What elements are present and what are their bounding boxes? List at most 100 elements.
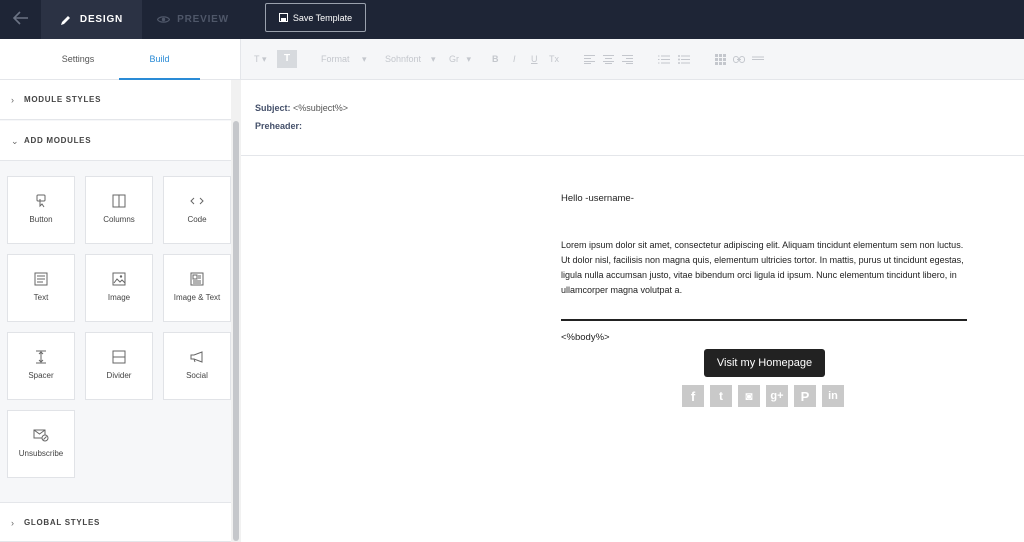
instagram-glyph: ◙	[745, 389, 753, 403]
subject-value: <%subject%>	[293, 103, 349, 113]
code-icon	[190, 197, 204, 205]
pinterest-icon[interactable]: P	[794, 385, 816, 407]
module-label: Image & Text	[173, 293, 221, 302]
save-icon	[278, 13, 288, 22]
module-social[interactable]: Social	[163, 332, 231, 400]
text-style-label: T	[254, 54, 260, 64]
module-label: Code	[187, 215, 207, 224]
button-icon	[36, 194, 46, 208]
module-label: Unsubscribe	[18, 449, 64, 458]
sidebar-scroll-area: › MODULE STYLES ⌄ ADD MODULES Button Col…	[0, 80, 231, 542]
unsubscribe-icon	[33, 429, 49, 442]
font-family-dropdown[interactable]: Sohnfont ▾	[385, 51, 436, 67]
section-global-styles[interactable]: › GLOBAL STYLES	[0, 502, 231, 542]
module-code[interactable]: Code	[163, 176, 231, 244]
preheader-label: Preheader:	[255, 121, 303, 131]
save-template-label: Save Template	[292, 12, 353, 23]
google-plus-icon[interactable]: g+	[766, 385, 788, 407]
subject-line[interactable]: Subject: <%subject%>	[255, 103, 348, 113]
save-template-button[interactable]: Save Template	[265, 3, 366, 32]
twitter-glyph: t	[719, 389, 723, 403]
image-icon	[112, 272, 126, 286]
email-headers: Subject: <%subject%> Preheader:	[241, 80, 1024, 156]
align-left-icon[interactable]	[584, 51, 595, 67]
module-text[interactable]: Text	[7, 254, 75, 322]
scroll-thumb[interactable]	[233, 121, 239, 541]
linkedin-glyph: in	[828, 390, 838, 402]
format-dropdown[interactable]: Format ▾	[321, 51, 367, 67]
module-label: Button	[29, 215, 53, 224]
module-label: Image	[107, 293, 131, 302]
align-right-icon[interactable]	[622, 51, 633, 67]
greeting-text[interactable]: Hello -username-	[561, 193, 634, 204]
tab-preview-label: PREVIEW	[177, 14, 229, 25]
ordered-list-icon[interactable]	[658, 51, 670, 67]
editor-toolbar: T ▾ T Format ▾ Sohnfont ▾ Gr ▾ B I U Tx	[241, 39, 1024, 80]
module-label: Columns	[103, 215, 135, 224]
section-add-modules-label: ADD MODULES	[24, 136, 92, 145]
module-unsubscribe[interactable]: Unsubscribe	[7, 410, 75, 478]
section-global-styles-label: GLOBAL STYLES	[24, 518, 101, 527]
chevron-right-icon: ›	[11, 518, 15, 528]
tab-build[interactable]: Build	[119, 39, 200, 80]
module-image-text[interactable]: Image & Text	[163, 254, 231, 322]
chevron-down-icon: ⌄	[11, 136, 20, 146]
instagram-icon[interactable]: ◙	[738, 385, 760, 407]
section-module-styles[interactable]: › MODULE STYLES	[0, 80, 231, 120]
text-style-dropdown[interactable]: T ▾	[254, 51, 267, 67]
linkedin-icon[interactable]: in	[822, 385, 844, 407]
tab-preview[interactable]: PREVIEW	[142, 0, 244, 39]
section-add-modules[interactable]: ⌄ ADD MODULES	[0, 121, 231, 161]
module-image[interactable]: Image	[85, 254, 153, 322]
eye-icon	[157, 16, 171, 23]
text-icon	[34, 272, 48, 286]
module-button[interactable]: Button	[7, 176, 75, 244]
module-label: Spacer	[28, 371, 54, 380]
module-label: Divider	[106, 371, 132, 380]
email-canvas: Hello -username- Lorem ipsum dolor sit a…	[241, 157, 1024, 542]
pencil-icon	[60, 15, 70, 25]
facebook-glyph: f	[690, 388, 696, 404]
font-size-label: Gr	[449, 54, 459, 64]
tab-settings[interactable]: Settings	[38, 39, 118, 80]
divider-icon	[112, 350, 126, 364]
megaphone-icon	[190, 351, 203, 363]
font-family-label: Sohnfont	[385, 54, 422, 64]
body-placeholder[interactable]: <%body%>	[561, 332, 610, 343]
bullet-list-icon[interactable]	[678, 51, 690, 67]
module-divider[interactable]: Divider	[85, 332, 153, 400]
divider-line[interactable]	[561, 319, 967, 321]
visit-homepage-button[interactable]: Visit my Homepage	[704, 349, 825, 377]
sidebar-tabs: Settings Build	[0, 39, 241, 80]
module-label: Social	[186, 371, 208, 380]
twitter-icon[interactable]: t	[710, 385, 732, 407]
facebook-icon[interactable]: f	[682, 385, 704, 407]
tab-design[interactable]: DESIGN	[41, 0, 142, 39]
columns-icon	[112, 194, 126, 208]
paragraph-text[interactable]: Lorem ipsum dolor sit amet, consectetur …	[561, 238, 966, 298]
underline-button[interactable]: U	[531, 51, 538, 67]
sidebar-scrollbar[interactable]	[231, 80, 241, 542]
chevron-right-icon: ›	[11, 95, 15, 105]
module-columns[interactable]: Columns	[85, 176, 153, 244]
align-center-icon[interactable]	[603, 51, 614, 67]
back-arrow-icon[interactable]	[8, 8, 34, 30]
pinterest-glyph: P	[800, 388, 810, 404]
format-label: Format	[321, 54, 350, 64]
google-plus-glyph: g+	[770, 390, 784, 402]
text-color-button[interactable]: T	[277, 50, 297, 68]
font-size-dropdown[interactable]: Gr ▾	[449, 51, 471, 67]
italic-button[interactable]: I	[513, 51, 516, 67]
preheader-line[interactable]: Preheader:	[255, 121, 302, 131]
subject-label: Subject:	[255, 103, 291, 113]
table-icon[interactable]	[715, 51, 726, 67]
module-label: Text	[33, 293, 49, 302]
spacer-icon	[36, 350, 46, 364]
top-bar: DESIGN PREVIEW Save Template	[0, 0, 1024, 39]
image-text-icon	[190, 272, 204, 286]
clear-format-button[interactable]: Tx	[549, 51, 559, 67]
horizontal-rule-icon[interactable]	[752, 51, 764, 67]
module-spacer[interactable]: Spacer	[7, 332, 75, 400]
bold-button[interactable]: B	[492, 51, 499, 67]
link-icon[interactable]	[733, 51, 745, 67]
